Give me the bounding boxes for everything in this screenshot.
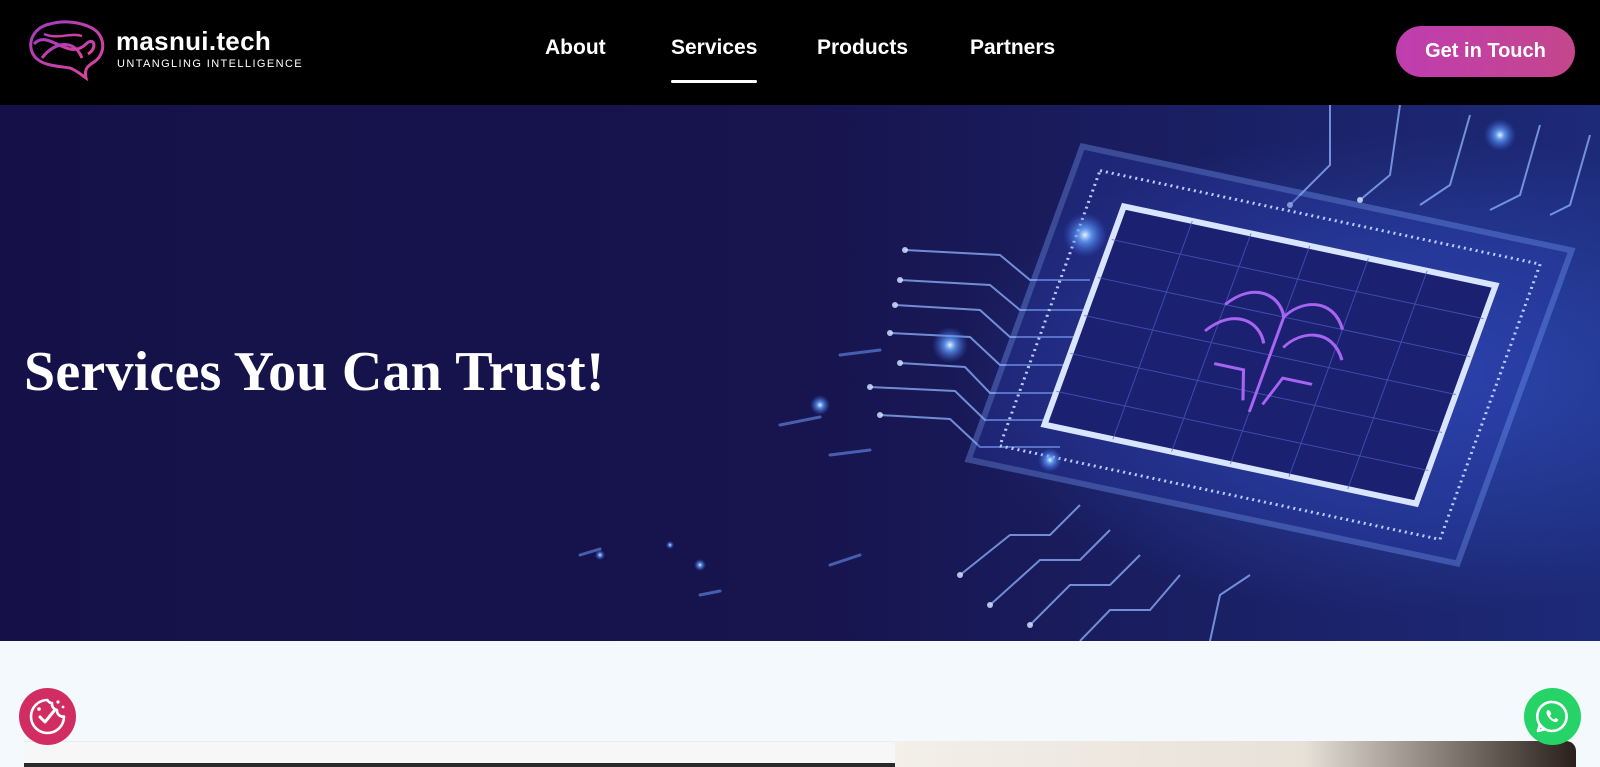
whatsapp-icon	[1535, 700, 1568, 733]
brand-name: masnui.tech	[116, 26, 272, 56]
tangled-brain-speech-bubble-icon	[29, 20, 105, 82]
brand-tagline: UNTANGLING INTELLIGENCE	[117, 58, 304, 70]
cookie-consent-icon	[29, 698, 66, 735]
nav-link-services[interactable]: Services	[671, 36, 758, 83]
nav-link-about[interactable]: About	[545, 36, 606, 60]
whatsapp-chat-button[interactable]	[1524, 688, 1581, 745]
cookie-consent-button[interactable]	[19, 688, 76, 745]
site-header: masnui.tech UNTANGLING INTELLIGENCE Abou…	[0, 0, 1600, 105]
nav-link-partners[interactable]: Partners	[970, 36, 1055, 60]
content-card-left	[24, 741, 895, 767]
hero-section: Services You Can Trust!	[0, 105, 1600, 641]
get-in-touch-button[interactable]: Get in Touch	[1396, 26, 1575, 77]
content-card-image	[895, 741, 1576, 767]
hero-title: Services You Can Trust!	[24, 341, 605, 403]
nav-link-products[interactable]: Products	[817, 36, 908, 60]
brand-logo[interactable]: masnui.tech UNTANGLING INTELLIGENCE	[24, 18, 302, 86]
